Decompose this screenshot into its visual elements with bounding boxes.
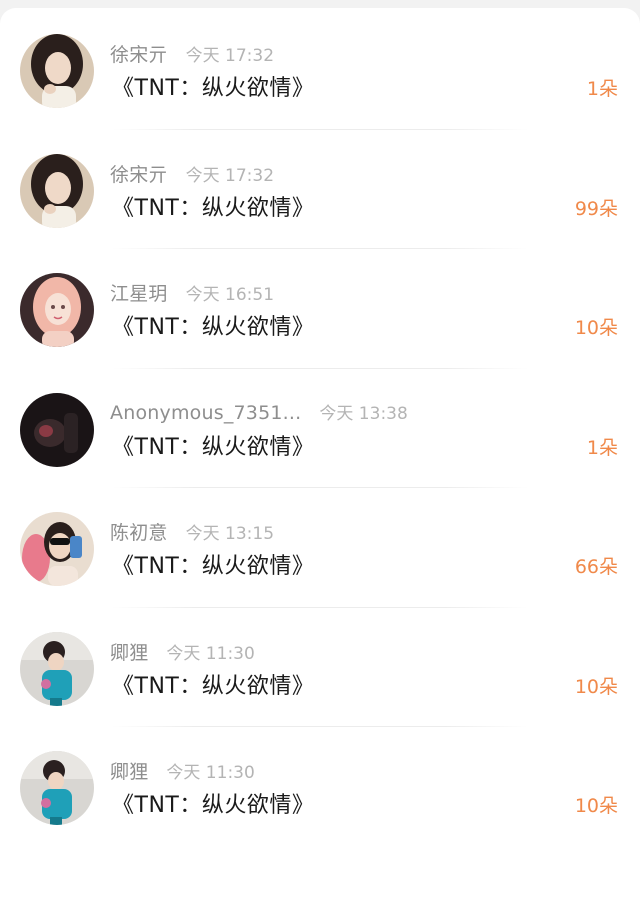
list-item[interactable]: Anonymous_7351... 今天 13:38 《TNT：纵火欲情》 1朵 [0,369,640,488]
record-meta: 陈初意 今天 13:15 [110,518,274,544]
user-avatar[interactable] [20,392,94,467]
user-avatar[interactable] [20,751,94,825]
timestamp: 今天 11:30 [166,643,255,664]
book-title[interactable]: 《TNT：纵火欲情》 [112,668,314,700]
record-meta: 卿狸 今天 11:30 [110,757,255,783]
book-title[interactable]: 《TNT：纵火欲情》 [112,70,314,102]
username[interactable]: 卿狸 [110,757,148,784]
user-avatar[interactable] [20,273,94,347]
username[interactable]: 江星玥 [110,279,168,306]
flower-count: 66朵 [574,556,618,578]
user-avatar[interactable] [20,34,94,108]
username[interactable]: Anonymous_7351... [110,402,301,424]
record-meta: 江星玥 今天 16:51 [110,279,274,305]
book-title[interactable]: 《TNT：纵火欲情》 [112,309,314,341]
timestamp: 今天 13:15 [185,524,275,544]
timestamp: 今天 13:38 [319,403,408,424]
list-item[interactable]: 徐宋亓 今天 17:32 《TNT：纵火欲情》 99朵 [0,130,640,249]
record-meta: 卿狸 今天 11:30 [110,638,255,664]
record-meta: 徐宋亓 今天 17:32 [110,160,274,186]
flower-count: 10朵 [574,675,618,698]
flower-count: 10朵 [574,317,618,339]
timestamp: 今天 17:32 [185,46,275,66]
record-meta: 徐宋亓 今天 17:32 [110,40,274,66]
timestamp: 今天 16:51 [185,285,275,305]
timestamp: 今天 17:32 [185,165,275,186]
book-title[interactable]: 《TNT：纵火欲情》 [112,787,314,819]
username[interactable]: 徐宋亓 [110,160,168,187]
user-avatar[interactable] [20,631,94,706]
flower-count: 1朵 [586,78,618,100]
list-item[interactable]: 徐宋亓 今天 17:32 《TNT：纵火欲情》 1朵 [0,10,640,130]
gift-record-list: 徐宋亓 今天 17:32 《TNT：纵火欲情》 1朵 徐宋亓 今天 17:32 … [0,10,640,847]
flower-count: 99朵 [574,197,618,220]
list-item[interactable]: 江星玥 今天 16:51 《TNT：纵火欲情》 10朵 [0,249,640,369]
username[interactable]: 徐宋亓 [110,40,168,67]
username[interactable]: 卿狸 [110,638,148,665]
record-meta: Anonymous_7351... 今天 13:38 [110,399,408,425]
book-title[interactable]: 《TNT：纵火欲情》 [112,429,314,461]
user-avatar[interactable] [20,512,94,586]
list-item[interactable]: 陈初意 今天 13:15 《TNT：纵火欲情》 66朵 [0,488,640,608]
list-item[interactable]: 卿狸 今天 11:30 《TNT：纵火欲情》 10朵 [0,727,640,847]
flower-count: 10朵 [574,795,618,817]
username[interactable]: 陈初意 [110,518,168,545]
flower-count: 1朵 [586,436,618,459]
timestamp: 今天 11:30 [166,763,255,783]
user-avatar[interactable] [20,153,94,228]
list-item[interactable]: 卿狸 今天 11:30 《TNT：纵火欲情》 10朵 [0,608,640,727]
book-title[interactable]: 《TNT：纵火欲情》 [112,548,314,580]
book-title[interactable]: 《TNT：纵火欲情》 [112,190,314,222]
